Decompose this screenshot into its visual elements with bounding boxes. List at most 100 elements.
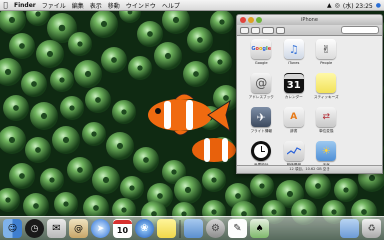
anemone-bubble-tip (19, 173, 25, 179)
grid-empty (343, 105, 376, 139)
window-title: iPhone (301, 17, 318, 23)
anemone-bubble-tip (111, 57, 117, 63)
swirl-icon[interactable]: ❀ (135, 219, 154, 238)
app-stickies[interactable]: スティッキーズ (310, 71, 343, 105)
anemone-bubble-tip (197, 37, 203, 43)
anemone-bubble-tip (172, 16, 180, 24)
minimize-button[interactable] (248, 17, 254, 23)
anemone-bubble-tip (91, 131, 97, 137)
stickies-icon[interactable] (157, 219, 176, 238)
volume-icon[interactable]: ▲ (327, 2, 332, 9)
menu-clock[interactable]: (水) 23:25 (343, 1, 373, 10)
anemone-bubble-tip (19, 43, 25, 49)
app-people[interactable]: ✌ People (310, 37, 343, 71)
close-button[interactable] (240, 17, 246, 23)
anemone-bubble-tip (223, 95, 229, 101)
trash-icon[interactable]: ♻ (362, 219, 381, 238)
action-button[interactable] (276, 26, 285, 34)
anemone-bubble-tip (58, 24, 66, 32)
preview-icon[interactable]: ♠ (250, 219, 269, 238)
dashboard-icon[interactable]: ◷ (25, 219, 44, 238)
world-clock-icon (251, 141, 272, 161)
anemone-bubble-tip (193, 71, 199, 77)
icon-grid: Google Google ♫ iTunes ✌ People @ アドレスブッ… (245, 37, 376, 173)
anemone-bubble-tip (368, 174, 376, 182)
app-google[interactable]: Google Google (245, 37, 278, 71)
anemone-bubble-tip (271, 209, 277, 215)
anemone-bubble-tip (331, 209, 337, 215)
anemone-bubble-tip (235, 193, 241, 199)
anemone-bubble-tip (121, 207, 127, 213)
grid-empty (343, 71, 376, 105)
window-toolbar (237, 25, 382, 36)
anemone-bubble-tip (217, 59, 223, 65)
menu-help[interactable]: ヘルプ (159, 1, 183, 10)
anemone-bubble-tip (46, 50, 54, 58)
back-button[interactable] (240, 26, 249, 34)
menu-bar:  Finder ファイル 編集 表示 移動 ウインドウ ヘルプ ▲ ◎ (水)… (0, 0, 384, 11)
menu-finder[interactable]: Finder (11, 2, 39, 9)
app-calendar[interactable]: 31 カレンダー (278, 71, 311, 105)
window-status: 12 項目、10.62 GB 空き (237, 165, 382, 173)
finder-icon[interactable]: ☺ (3, 219, 22, 238)
anemone-bubble-tip (301, 209, 307, 215)
finder-window: iPhone Google Google ♫ iTunes ✌ People @… (236, 14, 383, 174)
unit-converter-icon: ⇄ (316, 107, 337, 127)
system-preferences-icon[interactable]: ⚙ (206, 219, 225, 238)
anemone-bubble-tip (147, 31, 153, 37)
anemone-bubble-tip (5, 197, 11, 203)
anemone-bubble-tip (35, 11, 41, 17)
documents-folder-icon[interactable] (340, 219, 359, 238)
anemone-bubble-tip (100, 20, 108, 28)
anemone-bubble-tip (40, 112, 48, 120)
anemone-bubble-tip (129, 185, 135, 191)
menu-file[interactable]: ファイル (39, 1, 69, 10)
folder-icon[interactable] (184, 219, 203, 238)
mail-icon[interactable]: ✉ (47, 219, 66, 238)
menu-go[interactable]: 移動 (105, 1, 123, 10)
anemone-bubble-tip (8, 16, 16, 24)
anemone-bubble-tip (361, 209, 367, 215)
spotlight-icon[interactable]: ● (376, 2, 381, 9)
stickies-icon (316, 73, 337, 93)
anemone-bubble-tip (157, 193, 163, 199)
anemone-bubble-tip (31, 81, 37, 87)
anemone-bubble-tip (171, 169, 177, 175)
anemone-bubble-tip (184, 186, 192, 194)
wifi-icon[interactable]: ◎ (335, 2, 340, 9)
anemone-bubble-tip (62, 136, 70, 144)
app-dictionary[interactable]: A 辞書 (278, 105, 311, 139)
app-unit-converter[interactable]: ⇄ 単位変換 (310, 105, 343, 139)
anemone-bubble-tip (121, 109, 127, 115)
anemone-bubble-tip (13, 105, 19, 111)
search-field[interactable] (341, 26, 379, 34)
anemone-bubble-tip (211, 177, 217, 183)
window-titlebar[interactable]: iPhone (237, 15, 382, 25)
anemone-bubble-tip (143, 157, 149, 163)
apple-icon[interactable]:  (0, 1, 11, 9)
anemone-bubble-tip (259, 183, 265, 189)
app-itunes[interactable]: ♫ iTunes (278, 37, 311, 71)
stocks-icon (283, 141, 304, 161)
anemone-bubble-tip (8, 136, 16, 144)
dock-spacer (272, 219, 337, 238)
view-button[interactable] (262, 26, 274, 34)
anemone-bubble-tip (219, 19, 225, 25)
calendar-icon[interactable]: 10 (113, 219, 132, 238)
menu-view[interactable]: 表示 (87, 1, 105, 10)
zoom-button[interactable] (256, 17, 262, 23)
menu-window[interactable]: ウインドウ (123, 1, 159, 10)
anemone-bubble-tip (63, 201, 69, 207)
anemone-bubble-tip (59, 77, 65, 83)
safari-icon[interactable]: ➤ (91, 219, 110, 238)
address-book-icon[interactable]: @ (69, 219, 88, 238)
anemone-bubble-tip (49, 177, 55, 183)
app-address-book[interactable]: @ アドレスブック (245, 71, 278, 105)
app-flight[interactable]: ✈ フライト情報 (245, 105, 278, 139)
textedit-icon[interactable]: ✎ (228, 219, 247, 238)
anemone-bubble-tip (164, 52, 172, 60)
address-book-icon: @ (251, 73, 272, 93)
forward-button[interactable] (251, 26, 260, 34)
menu-edit[interactable]: 編集 (69, 1, 87, 10)
anemone-bubble-tip (286, 190, 294, 198)
